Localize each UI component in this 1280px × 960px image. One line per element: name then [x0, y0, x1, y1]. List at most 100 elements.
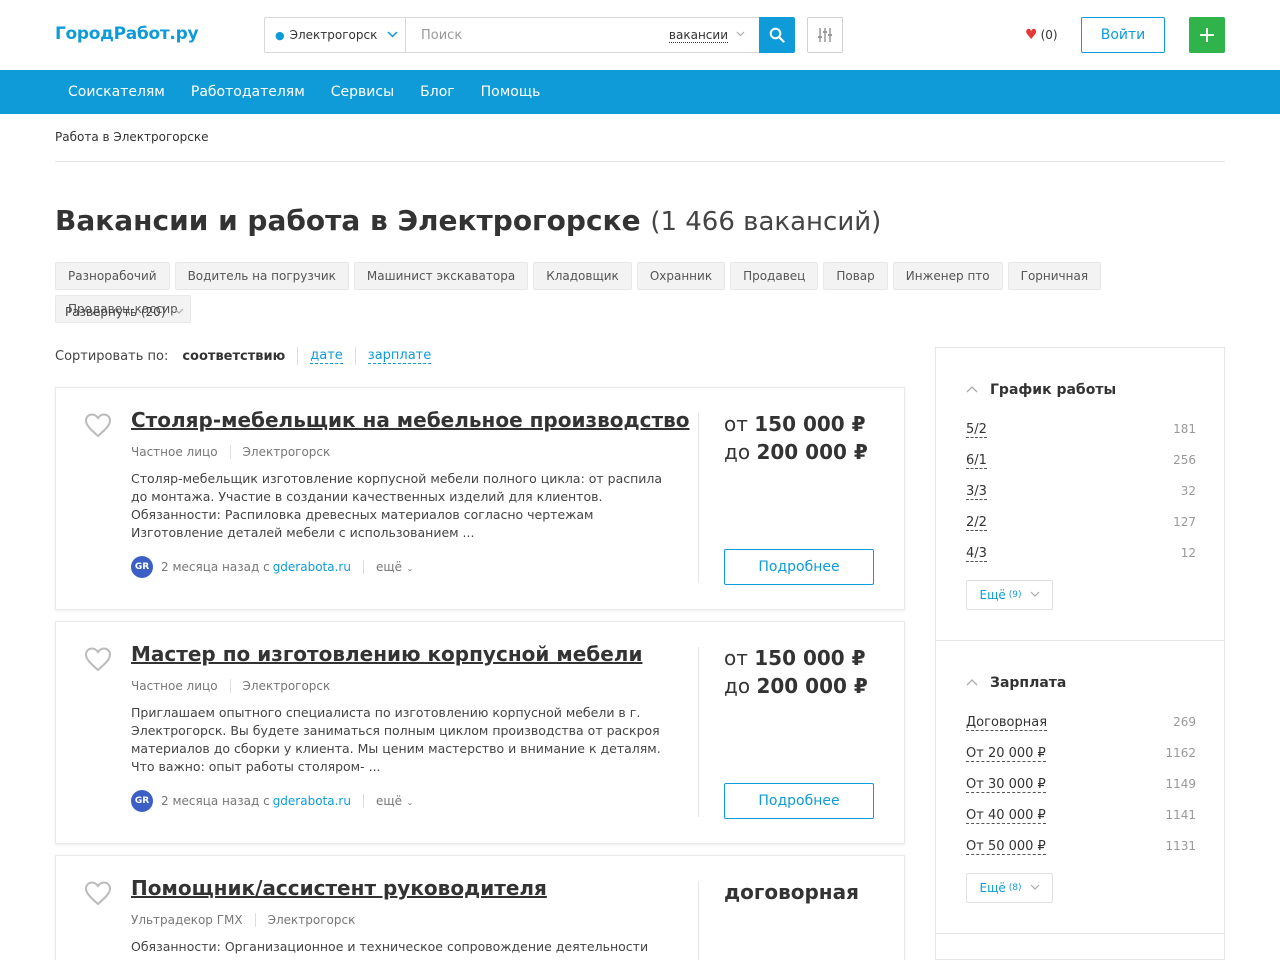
login-button[interactable]: Войти — [1081, 17, 1165, 53]
filter-option-label: Договорная — [966, 715, 1048, 731]
filter-option[interactable]: От 20 000 ₽ 1162 — [966, 746, 1196, 762]
divider — [936, 933, 1224, 934]
filter-option-label: 3/3 — [966, 484, 987, 500]
divider — [698, 413, 699, 583]
sort-date[interactable]: дате — [310, 348, 343, 364]
salary-negotiable: договорная — [724, 880, 859, 904]
vacancy-salary: от 150 000 ₽ до 200 000 ₽ — [724, 644, 868, 700]
source-link[interactable]: gderabota.ru — [273, 794, 351, 808]
nav-item-help[interactable]: Помощь — [468, 84, 554, 100]
filter-option-count: 181 — [1173, 422, 1196, 436]
city-selector[interactable]: ● Электрогорск — [265, 18, 406, 52]
source-logo-icon: GR — [131, 556, 153, 578]
more-dropdown[interactable]: ещё ⌄ — [376, 794, 413, 808]
vacancy-description: Обязанности: Организационное и техническ… — [131, 939, 649, 954]
city-selector-label: Электрогорск — [289, 28, 378, 42]
filter-option-label: От 40 000 ₽ — [966, 808, 1046, 824]
favorites-count: (0) — [1040, 28, 1058, 42]
search-input[interactable] — [406, 18, 669, 52]
chevron-down-icon — [387, 30, 398, 41]
filter-option-count: 32 — [1180, 484, 1196, 498]
filter-section-title: График работы — [990, 382, 1117, 398]
vacancy-card: Помощник/ассистент руководителя Ультраде… — [55, 855, 905, 960]
favorites-link[interactable]: ♥ (0) — [1025, 27, 1058, 43]
chip[interactable]: Продавец — [730, 262, 819, 290]
vacancy-card: Столяр-мебельщик на мебельное производст… — [55, 387, 905, 610]
site-logo[interactable]: ГородРабот.ру — [55, 24, 199, 44]
filter-option-count: 12 — [1180, 546, 1196, 560]
breadcrumb[interactable]: Работа в Электрогорске — [55, 130, 209, 144]
filter-option[interactable]: 4/3 12 — [966, 546, 1196, 562]
employer-name: Частное лицо — [131, 445, 218, 459]
filter-option[interactable]: 3/3 32 — [966, 484, 1196, 500]
vacancy-salary: от 150 000 ₽ до 200 000 ₽ — [724, 410, 868, 466]
separator — [362, 560, 364, 574]
show-more-count: (8) — [1008, 883, 1022, 893]
chip[interactable]: Повар — [823, 262, 888, 290]
filter-section-toggle[interactable]: Зарплата — [966, 675, 1066, 691]
search-type-select[interactable]: вакансии — [668, 28, 759, 43]
details-button[interactable]: Подробнее — [724, 549, 874, 585]
separator — [297, 347, 299, 365]
search-button[interactable] — [759, 17, 795, 53]
more-dropdown[interactable]: ещё ⌄ — [376, 560, 413, 574]
filter-option[interactable]: Договорная 269 — [966, 715, 1196, 731]
divider — [698, 881, 699, 960]
show-more-label: Ещё — [979, 881, 1006, 895]
chip[interactable]: Охранник — [636, 262, 726, 290]
chip[interactable]: Инженер пто — [892, 262, 1003, 290]
filter-option-count: 127 — [1173, 515, 1196, 529]
filter-option[interactable]: 2/2 127 — [966, 515, 1196, 531]
salary-from-prefix: от — [724, 412, 748, 436]
chip[interactable]: Кладовщик — [533, 262, 632, 290]
filters-button[interactable] — [807, 17, 843, 53]
vacancy-title[interactable]: Столяр-мебельщик на мебельное производст… — [131, 408, 690, 432]
vacancy-description: Столяр-мебельщик изготовление корпусной … — [131, 471, 663, 540]
nav-item-blog[interactable]: Блог — [407, 84, 467, 100]
filter-option[interactable]: От 50 000 ₽ 1131 — [966, 839, 1196, 855]
filter-option-count: 1131 — [1165, 839, 1196, 853]
filter-option-count: 1149 — [1165, 777, 1196, 791]
filter-section-toggle[interactable]: График работы — [966, 382, 1116, 398]
page-title: Вакансии и работа в Электрогорске (1 466… — [55, 204, 881, 237]
vacancy-source: GR 2 месяца назад с gderabota.ru ещё ⌄ — [131, 790, 413, 812]
chevron-down-icon — [1030, 590, 1040, 600]
details-button[interactable]: Подробнее — [724, 783, 874, 819]
vacancy-title[interactable]: Помощник/ассистент руководителя — [131, 876, 547, 900]
filter-option-count: 256 — [1173, 453, 1196, 467]
nav-item-services[interactable]: Сервисы — [318, 84, 407, 100]
filter-option[interactable]: 6/1 256 — [966, 453, 1196, 469]
chip[interactable]: Машинист экскаватора — [353, 262, 529, 290]
filter-option[interactable]: 5/2 181 — [966, 422, 1196, 438]
heart-outline-icon[interactable] — [84, 412, 112, 438]
show-more-button[interactable]: Ещё (8) — [966, 873, 1053, 903]
filter-option-label: От 50 000 ₽ — [966, 839, 1046, 855]
site-header: ГородРабот.ру ● Электрогорск вакансии ♥ … — [0, 0, 1280, 70]
chevron-down-icon — [736, 30, 745, 40]
filters-sidebar: График работы 5/2 181 6/1 256 3/3 32 2/2 127… — [935, 347, 1225, 960]
chevron-up-icon — [966, 385, 978, 396]
chip[interactable]: Водитель на погрузчик — [174, 262, 349, 290]
nav-item-employers[interactable]: Работодателям — [178, 84, 318, 100]
filter-option[interactable]: От 30 000 ₽ 1149 — [966, 777, 1196, 793]
sort-salary[interactable]: зарплате — [367, 348, 432, 364]
chevron-down-icon: ⌄ — [404, 564, 414, 573]
separator — [229, 679, 231, 693]
expand-chips-button[interactable]: Развернуть (20) — [65, 305, 184, 319]
vacancy-title[interactable]: Мастер по изготовлению корпусной мебели — [131, 642, 642, 666]
heart-outline-icon[interactable] — [84, 880, 112, 906]
chip[interactable]: Разнорабочий — [55, 262, 170, 290]
chip[interactable]: Горничная — [1007, 262, 1102, 290]
add-button[interactable]: + — [1189, 17, 1225, 53]
salary-from: 150 000 ₽ — [754, 412, 866, 436]
show-more-button[interactable]: Ещё (9) — [966, 580, 1053, 610]
show-more-label: Ещё — [979, 588, 1006, 602]
nav-item-jobseekers[interactable]: Соискателям — [55, 84, 178, 100]
sort-relevance[interactable]: соответствию — [182, 349, 285, 364]
main-nav: Соискателям Работодателям Сервисы Блог П… — [0, 70, 1280, 114]
source-link[interactable]: gderabota.ru — [273, 560, 351, 574]
filter-option[interactable]: От 40 000 ₽ 1141 — [966, 808, 1196, 824]
source-logo-icon: GR — [131, 790, 153, 812]
heart-outline-icon[interactable] — [84, 646, 112, 672]
filter-section-title: Зарплата — [990, 675, 1067, 691]
